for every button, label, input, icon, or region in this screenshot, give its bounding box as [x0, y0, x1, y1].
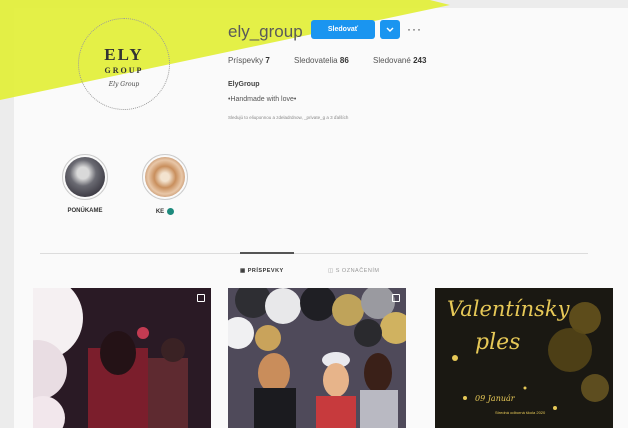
multi-photo-icon — [392, 294, 400, 302]
multi-photo-icon — [197, 294, 205, 302]
stat-following[interactable]: Sledované 243 — [373, 56, 426, 65]
highlight-label-text: KE — [155, 209, 165, 216]
logo-text-ely: ELY — [104, 45, 144, 64]
tab-tagged-label: S OZNAČENÍM — [335, 268, 380, 274]
highlight-ring — [142, 154, 188, 200]
stat-value: 86 — [339, 56, 349, 65]
highlight-label: PONÚKAME — [67, 208, 103, 214]
stat-posts[interactable]: Príspevky 7 — [228, 56, 270, 65]
chevron-down-icon — [386, 27, 394, 32]
highlight-cover — [65, 157, 105, 197]
highlight-ring — [62, 154, 108, 200]
tag-icon: ◫ — [328, 268, 334, 274]
poster-subtitle: Stredná odborná škola 2020 — [495, 410, 546, 415]
highlight-ke[interactable]: KE — [135, 154, 195, 215]
highlight-cover — [145, 157, 185, 197]
tab-posts-label: PRÍSPEVKY — [247, 268, 284, 274]
stat-followers[interactable]: Sledovatelia 86 — [294, 56, 349, 65]
profile-stats: Príspevky 7 Sledovatelia 86 Sledované 24… — [228, 56, 448, 65]
bio-name: ElyGroup — [228, 81, 260, 88]
followed-by[interactable]: Sledujú to eliuponnou a zdeladrdnow, _pr… — [228, 115, 348, 120]
highlight-ponukame[interactable]: PONÚKAME — [55, 154, 115, 214]
follow-button[interactable]: Sledovať — [311, 20, 375, 39]
poster-title-2: ples — [475, 330, 521, 355]
poster-date: 09 Január — [475, 394, 515, 403]
profile-logo[interactable]: ELY GROUP Ely Group — [78, 18, 170, 110]
post-1-image — [33, 288, 211, 428]
post-tile-3[interactable]: Valentínsky ples 09 Január Stredná odbor… — [435, 288, 613, 428]
post-2-image — [228, 288, 406, 428]
active-tab-indicator — [240, 252, 294, 254]
stat-value: 243 — [413, 56, 427, 65]
poster-title: Valentínsky — [447, 297, 570, 321]
tab-tagged[interactable]: ◫ S OZNAČENÍM — [328, 268, 379, 274]
highlight-dot-icon — [167, 208, 175, 215]
logo-text-group: GROUP — [104, 66, 144, 75]
highlight-label: KE — [135, 208, 195, 215]
tab-posts[interactable]: ▦ PRÍSPEVKY — [240, 268, 284, 274]
stat-label: Sledovatelia — [294, 56, 338, 65]
options-icon[interactable]: ··· — [407, 22, 422, 36]
stat-value: 7 — [265, 56, 270, 65]
profile-username: ely_group — [228, 22, 303, 41]
logo-signature: Ely Group — [108, 81, 140, 88]
tabs-divider — [40, 253, 588, 254]
bio-text: •Handmade with love• — [228, 96, 297, 103]
stat-label: Sledované — [373, 56, 411, 65]
post-tile-1[interactable] — [33, 288, 211, 428]
suggested-accounts-button[interactable] — [380, 20, 400, 39]
stat-label: Príspevky — [228, 56, 264, 65]
post-tile-2[interactable] — [228, 288, 406, 428]
grid-icon: ▦ — [240, 268, 246, 274]
